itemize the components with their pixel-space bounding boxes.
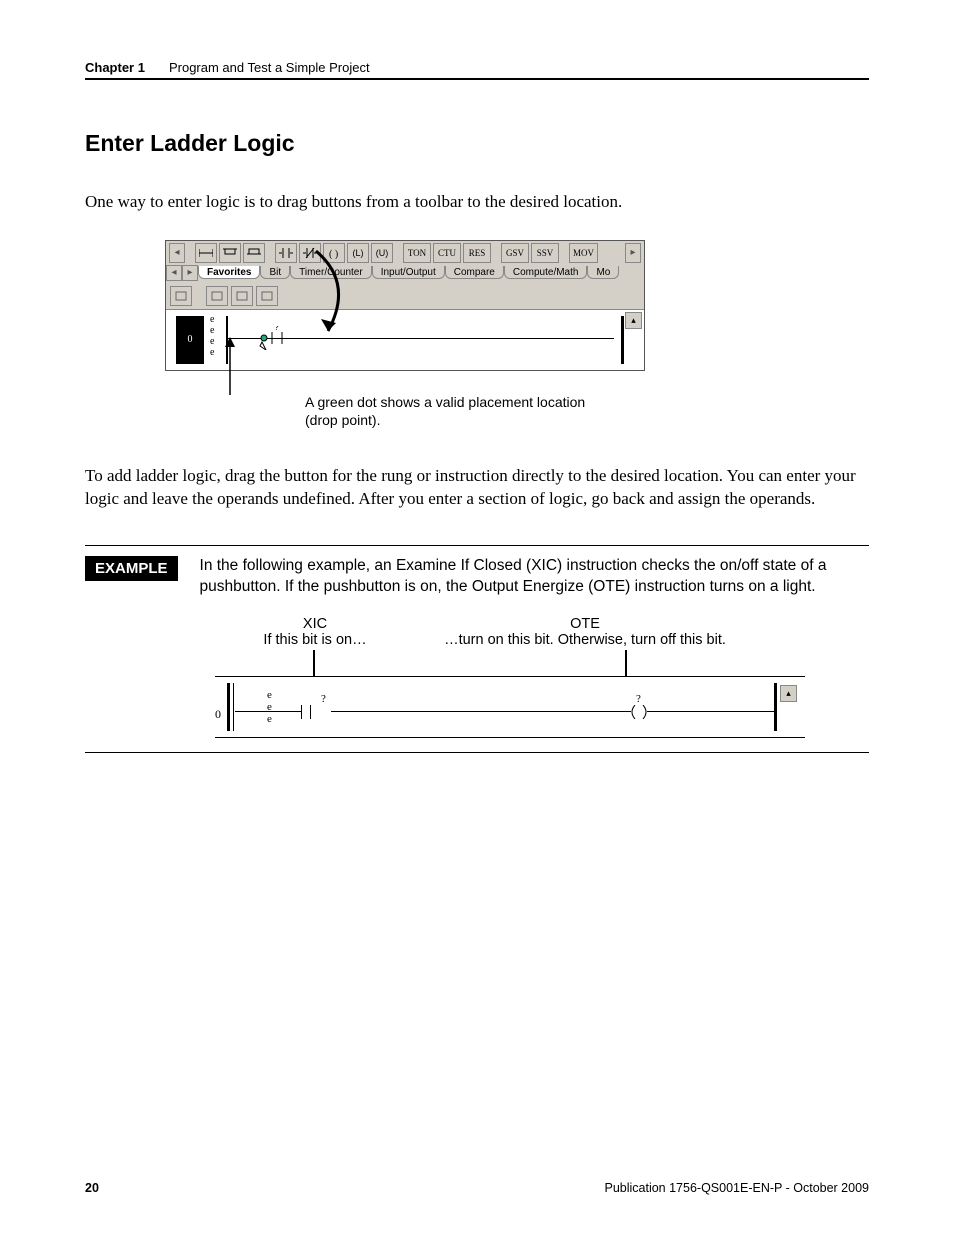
xic-sub: If this bit is on…	[215, 632, 415, 648]
ex-rung-number: 0	[215, 707, 221, 722]
svg-text:( ): ( )	[329, 249, 338, 259]
ote-instruction[interactable]	[631, 705, 647, 719]
instr-btn-ton[interactable]: TON	[403, 243, 431, 263]
example-rung: 0 e e e ? ? ▴	[215, 676, 805, 738]
tab-favorites[interactable]: Favorites	[198, 266, 260, 279]
rung-edit-markers: e e e e	[210, 314, 214, 358]
instr-btn-otu[interactable]: (U)	[371, 243, 393, 263]
ex-scroll-up-icon[interactable]: ▴	[780, 685, 797, 702]
ex-wire-2	[331, 711, 631, 712]
ex-right-rail	[774, 683, 777, 731]
tab-compute-math[interactable]: Compute/Math	[504, 266, 588, 279]
tab-input-output[interactable]: Input/Output	[372, 266, 445, 279]
rung-number: 0	[176, 316, 204, 364]
ex-wire-1	[235, 711, 301, 712]
page-number: 20	[85, 1181, 99, 1195]
tab-compare[interactable]: Compare	[445, 266, 504, 279]
edit-btn-2[interactable]	[206, 286, 228, 306]
publication-id: Publication 1756-QS001E-EN-P - October 2…	[604, 1181, 869, 1195]
instr-btn-otl[interactable]: (L)	[347, 243, 369, 263]
chapter-title: Program and Test a Simple Project	[169, 60, 370, 75]
example-block: EXAMPLE In the following example, an Exa…	[85, 545, 869, 753]
edit-btn-3[interactable]	[231, 286, 253, 306]
edit-btn-1[interactable]	[170, 286, 192, 306]
ote-operand[interactable]: ?	[636, 693, 641, 705]
example-label: EXAMPLE	[85, 556, 178, 581]
section-heading: Enter Ladder Logic	[85, 130, 869, 157]
figure-caption-line1: A green dot shows a valid placement loca…	[305, 393, 869, 411]
instr-btn-rung[interactable]	[195, 243, 217, 263]
figure-caption-line2: (drop point).	[305, 411, 869, 429]
instr-btn-mov[interactable]: MOV	[569, 243, 598, 263]
instr-btn-ssv[interactable]: SSV	[531, 243, 559, 263]
toolbar-scroll-left[interactable]: ◂	[169, 243, 185, 263]
ote-title: OTE	[415, 616, 755, 632]
ex-edit-markers: e e e	[267, 689, 272, 725]
pointer-xic	[313, 650, 315, 676]
ladder-toolbar-figure: ◂ ( ) (L) (U) TON CTU RES GSV SSV MOV	[165, 240, 645, 371]
xic-operand[interactable]: ?	[321, 693, 326, 705]
ex-left-rail-inner	[233, 683, 234, 731]
toolbar-scroll-right[interactable]: ▸	[625, 243, 641, 263]
body-paragraph-2: To add ladder logic, drag the button for…	[85, 465, 869, 511]
ladder-area[interactable]: 0 e e e e ▴ ?	[166, 309, 644, 370]
ex-wire-3	[647, 711, 775, 712]
instr-btn-res[interactable]: RES	[463, 243, 491, 263]
instr-btn-ote[interactable]: ( )	[323, 243, 345, 263]
pointer-ote	[625, 650, 627, 676]
svg-text:?: ?	[274, 326, 279, 332]
xic-instruction[interactable]	[301, 705, 311, 719]
edit-btn-4[interactable]	[256, 286, 278, 306]
tab-scroll-right[interactable]: ▸	[182, 265, 198, 281]
tab-timer-counter[interactable]: Timer/Counter	[290, 266, 372, 279]
right-rail	[621, 316, 624, 364]
ex-left-rail-outer	[227, 683, 230, 731]
caption-pointer-arrow	[223, 337, 237, 395]
instr-btn-branch[interactable]	[219, 243, 241, 263]
instr-btn-ctu[interactable]: CTU	[433, 243, 461, 263]
tab-more[interactable]: Mo	[587, 266, 619, 279]
tab-scroll-left[interactable]: ◂	[166, 265, 182, 281]
drop-target: ?	[258, 326, 288, 353]
example-text: In the following example, an Examine If …	[200, 556, 869, 598]
header-rule	[85, 78, 869, 80]
chapter-label: Chapter 1	[85, 60, 145, 75]
intro-paragraph: One way to enter logic is to drag button…	[85, 191, 869, 214]
scroll-up-icon[interactable]: ▴	[625, 312, 642, 329]
instr-btn-xio[interactable]	[299, 243, 321, 263]
instr-btn-branch2[interactable]	[243, 243, 265, 263]
xic-title: XIC	[215, 616, 415, 632]
ote-sub: …turn on this bit. Otherwise, turn off t…	[415, 632, 755, 648]
tab-bit[interactable]: Bit	[260, 266, 290, 279]
instr-btn-gsv[interactable]: GSV	[501, 243, 529, 263]
instr-btn-xic[interactable]	[275, 243, 297, 263]
